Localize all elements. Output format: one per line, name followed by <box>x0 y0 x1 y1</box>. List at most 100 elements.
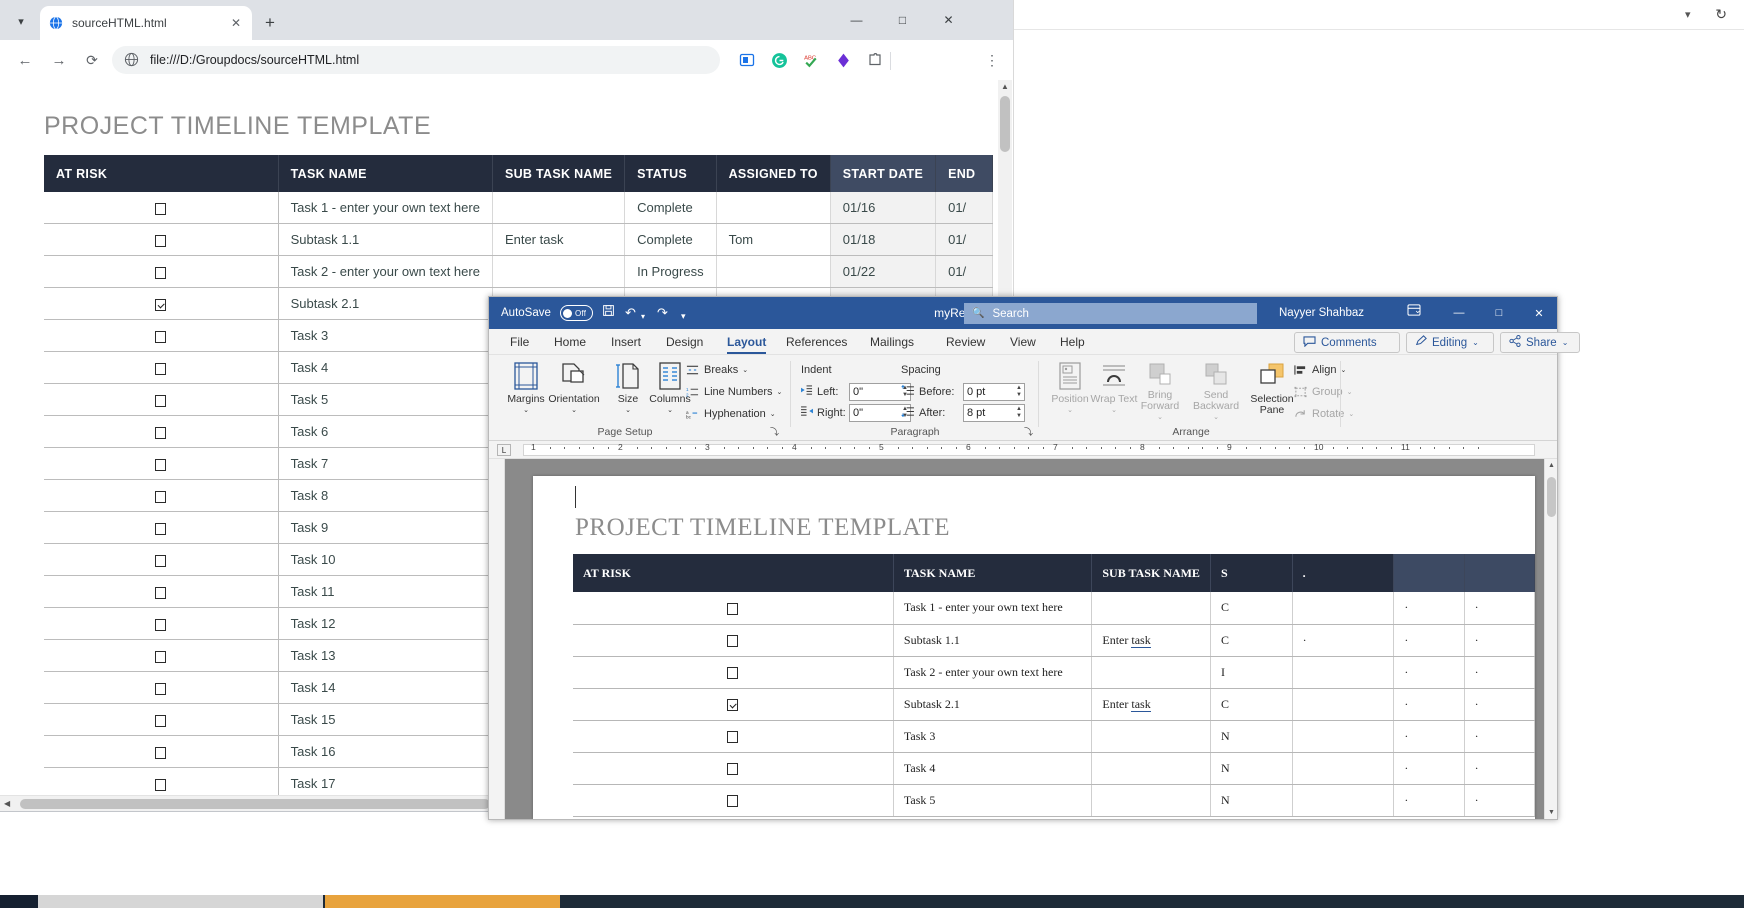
quick-access-more-icon[interactable]: ▾ <box>681 306 686 326</box>
at-risk-cell[interactable] <box>44 511 279 544</box>
group-chevron-down-icon[interactable]: ⌄ <box>1347 388 1353 396</box>
at-risk-cell[interactable] <box>44 735 279 768</box>
document-page[interactable]: PROJECT TIMELINE TEMPLATE AT RISK TASK N… <box>533 476 1536 819</box>
checkbox-icon[interactable] <box>727 794 739 807</box>
checkbox-icon[interactable] <box>727 666 739 679</box>
tab-search-icon[interactable]: ▾ <box>8 8 34 34</box>
reading-list-icon[interactable] <box>737 50 757 70</box>
tab-layout[interactable]: Layout <box>718 329 775 355</box>
forward-icon[interactable]: → <box>47 48 71 72</box>
margins-button[interactable]: Margins ⌄ <box>501 359 551 421</box>
bring-forward-button[interactable]: Bring Forward ⌄ <box>1135 359 1185 421</box>
checkbox-icon[interactable] <box>155 394 167 407</box>
word-at-risk-cell[interactable] <box>573 624 894 657</box>
rotate-chevron-down-icon[interactable]: ⌄ <box>1348 410 1354 418</box>
at-risk-cell[interactable] <box>44 479 279 512</box>
at-risk-cell[interactable] <box>44 192 279 224</box>
horizontal-ruler[interactable]: L 1 2 3 4 5 6 7 8 9 10 11 <box>489 441 1557 459</box>
back-icon[interactable]: ← <box>13 48 37 72</box>
word-search-box[interactable]: 🔍 Search <box>964 303 1257 324</box>
refresh-icon[interactable]: ↻ <box>1715 6 1727 23</box>
wrap-text-chevron-down-icon[interactable]: ⌄ <box>1111 406 1117 414</box>
chrome-menu-icon[interactable]: ⋮ <box>981 48 1003 72</box>
checkbox-icon[interactable] <box>727 602 739 615</box>
checkbox-icon[interactable] <box>155 778 167 791</box>
tab-references[interactable]: References <box>777 329 856 355</box>
editing-button[interactable]: Editing ⌄ <box>1406 332 1494 353</box>
checkbox-icon[interactable] <box>155 554 167 567</box>
word-maximize-button[interactable]: □ <box>1481 303 1517 323</box>
hyphenation-button[interactable]: a bc Hyphenation ⌄ <box>685 408 776 420</box>
undo-chevron-down-icon[interactable]: ▾ <box>641 307 645 327</box>
tab-view[interactable]: View <box>1001 329 1045 355</box>
document-vertical-scrollbar[interactable]: ▲ ▼ <box>1544 459 1557 819</box>
checkbox-icon[interactable] <box>155 266 167 279</box>
selection-pane-button[interactable]: Selection Pane <box>1247 359 1297 421</box>
checkbox-icon[interactable] <box>155 682 167 695</box>
send-backward-button[interactable]: Send Backward ⌄ <box>1191 359 1241 421</box>
at-risk-cell[interactable] <box>44 383 279 416</box>
margins-chevron-down-icon[interactable]: ⌄ <box>523 406 529 414</box>
spacing-before-stepper[interactable]: ▲ ▼ <box>1016 385 1022 399</box>
spacing-before-input[interactable]: 0 pt ▲ ▼ <box>963 383 1025 401</box>
checkbox-icon[interactable] <box>155 330 167 343</box>
breaks-button[interactable]: Breaks ⌄ <box>685 364 748 376</box>
checkbox-icon[interactable] <box>155 650 167 663</box>
doc-scroll-up-icon[interactable]: ▲ <box>1548 462 1555 469</box>
page-setup-dialog-launcher[interactable]: ⤵ <box>770 425 779 438</box>
chevron-down-icon[interactable]: ▾ <box>1685 8 1697 21</box>
checkbox-icon[interactable] <box>155 746 167 759</box>
scroll-up-icon[interactable]: ▲ <box>1001 82 1009 91</box>
diamond-icon[interactable] <box>833 50 853 70</box>
checkbox-icon[interactable] <box>727 762 739 775</box>
send-backward-chevron-down-icon[interactable]: ⌄ <box>1213 413 1219 421</box>
checkbox-icon[interactable] <box>155 490 167 503</box>
word-at-risk-cell[interactable] <box>573 784 894 817</box>
wrap-text-button[interactable]: Wrap Text ⌄ <box>1089 359 1139 421</box>
checkbox-icon[interactable] <box>155 298 167 311</box>
scroll-left-icon[interactable]: ◀ <box>4 799 10 808</box>
checkbox-icon[interactable] <box>155 618 167 631</box>
at-risk-cell[interactable] <box>44 223 279 256</box>
taskbar-item-word[interactable] <box>325 895 560 908</box>
size-chevron-down-icon[interactable]: ⌄ <box>625 406 631 414</box>
word-at-risk-cell[interactable] <box>573 752 894 785</box>
editing-chevron-down-icon[interactable]: ⌄ <box>1472 338 1479 347</box>
word-at-risk-cell[interactable] <box>573 592 894 625</box>
at-risk-cell[interactable] <box>44 447 279 480</box>
taskbar-item-browser[interactable] <box>38 895 323 908</box>
tab-mailings[interactable]: Mailings <box>861 329 923 355</box>
checkbox-icon[interactable] <box>155 362 167 375</box>
horizontal-scroll-thumb[interactable] <box>20 799 490 809</box>
orientation-button[interactable]: Orientation ⌄ <box>548 359 600 421</box>
doc-vertical-scroll-thumb[interactable] <box>1547 477 1556 517</box>
checkbox-icon[interactable] <box>155 202 167 215</box>
group-button[interactable]: Group ⌄ <box>1293 386 1352 398</box>
tab-review[interactable]: Review <box>937 329 994 355</box>
user-account-name[interactable]: Nayyer Shahbaz <box>1279 303 1364 323</box>
at-risk-cell[interactable] <box>44 767 279 795</box>
tab-stop-selector[interactable]: L <box>497 444 511 456</box>
window-maximize-button[interactable]: □ <box>880 5 925 35</box>
doc-scroll-down-icon[interactable]: ▼ <box>1548 809 1555 816</box>
window-close-button[interactable]: ✕ <box>926 5 971 35</box>
tab-help[interactable]: Help <box>1051 329 1094 355</box>
line-numbers-chevron-down-icon[interactable]: ⌄ <box>776 388 782 396</box>
share-button[interactable]: Share ⌄ <box>1500 332 1580 353</box>
ribbon-display-options-icon[interactable] <box>1407 304 1421 319</box>
tab-file[interactable]: File <box>501 329 538 355</box>
browser-tab[interactable]: sourceHTML.html ✕ <box>40 6 252 40</box>
at-risk-cell[interactable] <box>44 351 279 384</box>
tab-insert[interactable]: Insert <box>602 329 650 355</box>
checkbox-icon[interactable] <box>155 586 167 599</box>
at-risk-cell[interactable] <box>44 415 279 448</box>
word-at-risk-cell[interactable] <box>573 720 894 753</box>
checkbox-icon[interactable] <box>155 234 167 247</box>
grammarly-icon[interactable] <box>769 50 789 70</box>
orientation-chevron-down-icon[interactable]: ⌄ <box>571 406 577 414</box>
paragraph-dialog-launcher[interactable]: ⤵ <box>1024 425 1033 438</box>
save-icon[interactable] <box>602 303 615 323</box>
at-risk-cell[interactable] <box>44 255 279 288</box>
position-chevron-down-icon[interactable]: ⌄ <box>1067 406 1073 414</box>
checkbox-icon[interactable] <box>727 698 739 711</box>
